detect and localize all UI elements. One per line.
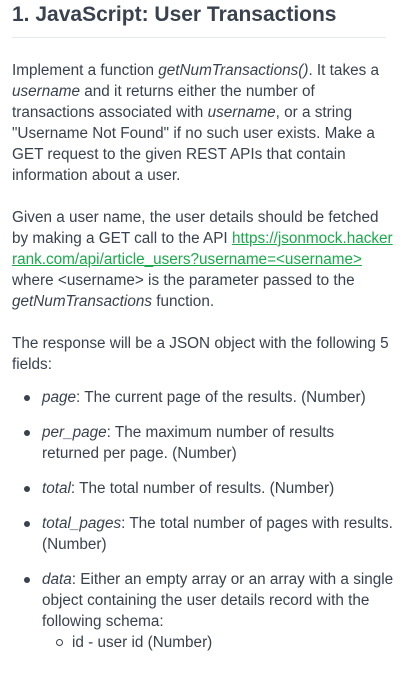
title-divider xyxy=(12,37,386,38)
intro-paragraph: Implement a function getNumTransactions(… xyxy=(12,62,380,184)
schema-list: id - user id (Number) xyxy=(42,632,394,653)
field-name: total_pages xyxy=(42,515,122,532)
problem-statement: 1. JavaScript: User Transactions Impleme… xyxy=(0,0,406,673)
field-name: total xyxy=(42,480,71,497)
list-item: per_page: The maximum number of results … xyxy=(12,422,394,464)
bullet-icon xyxy=(24,577,30,583)
function-name: getNumTransactions() xyxy=(158,62,309,79)
list-item: total_pages: The total number of pages w… xyxy=(12,513,394,555)
problem-body: Implement a function getNumTransactions(… xyxy=(12,60,394,653)
field-name: data xyxy=(42,571,72,588)
bullet-icon xyxy=(24,486,30,492)
list-item: total: The total number of results. (Num… xyxy=(12,478,394,499)
response-paragraph: The response will be a JSON object with … xyxy=(12,335,389,373)
schema-field: id - user id (Number) xyxy=(72,634,213,651)
field-name: page xyxy=(42,389,77,406)
field-description: : The current page of the results. (Numb… xyxy=(76,389,366,406)
param-username: username xyxy=(12,83,81,100)
field-description: : The total number of results. (Number) xyxy=(70,480,335,497)
circle-bullet-icon xyxy=(56,639,63,646)
list-item: id - user id (Number) xyxy=(42,632,394,653)
bullet-icon xyxy=(24,430,30,436)
param-username: username xyxy=(207,104,276,121)
list-item: data: Either an empty array or an array … xyxy=(12,569,394,653)
function-name: getNumTransactions xyxy=(12,293,152,310)
field-name: per_page xyxy=(42,424,107,441)
problem-title: 1. JavaScript: User Transactions xyxy=(12,3,337,26)
list-item: page: The current page of the results. (… xyxy=(12,387,394,408)
api-paragraph: Given a user name, the user details shou… xyxy=(12,209,393,310)
bullet-icon xyxy=(24,395,30,401)
field-description: : Either an empty array or an array with… xyxy=(42,571,394,630)
fields-list: page: The current page of the results. (… xyxy=(12,387,394,653)
bullet-icon xyxy=(24,521,30,527)
